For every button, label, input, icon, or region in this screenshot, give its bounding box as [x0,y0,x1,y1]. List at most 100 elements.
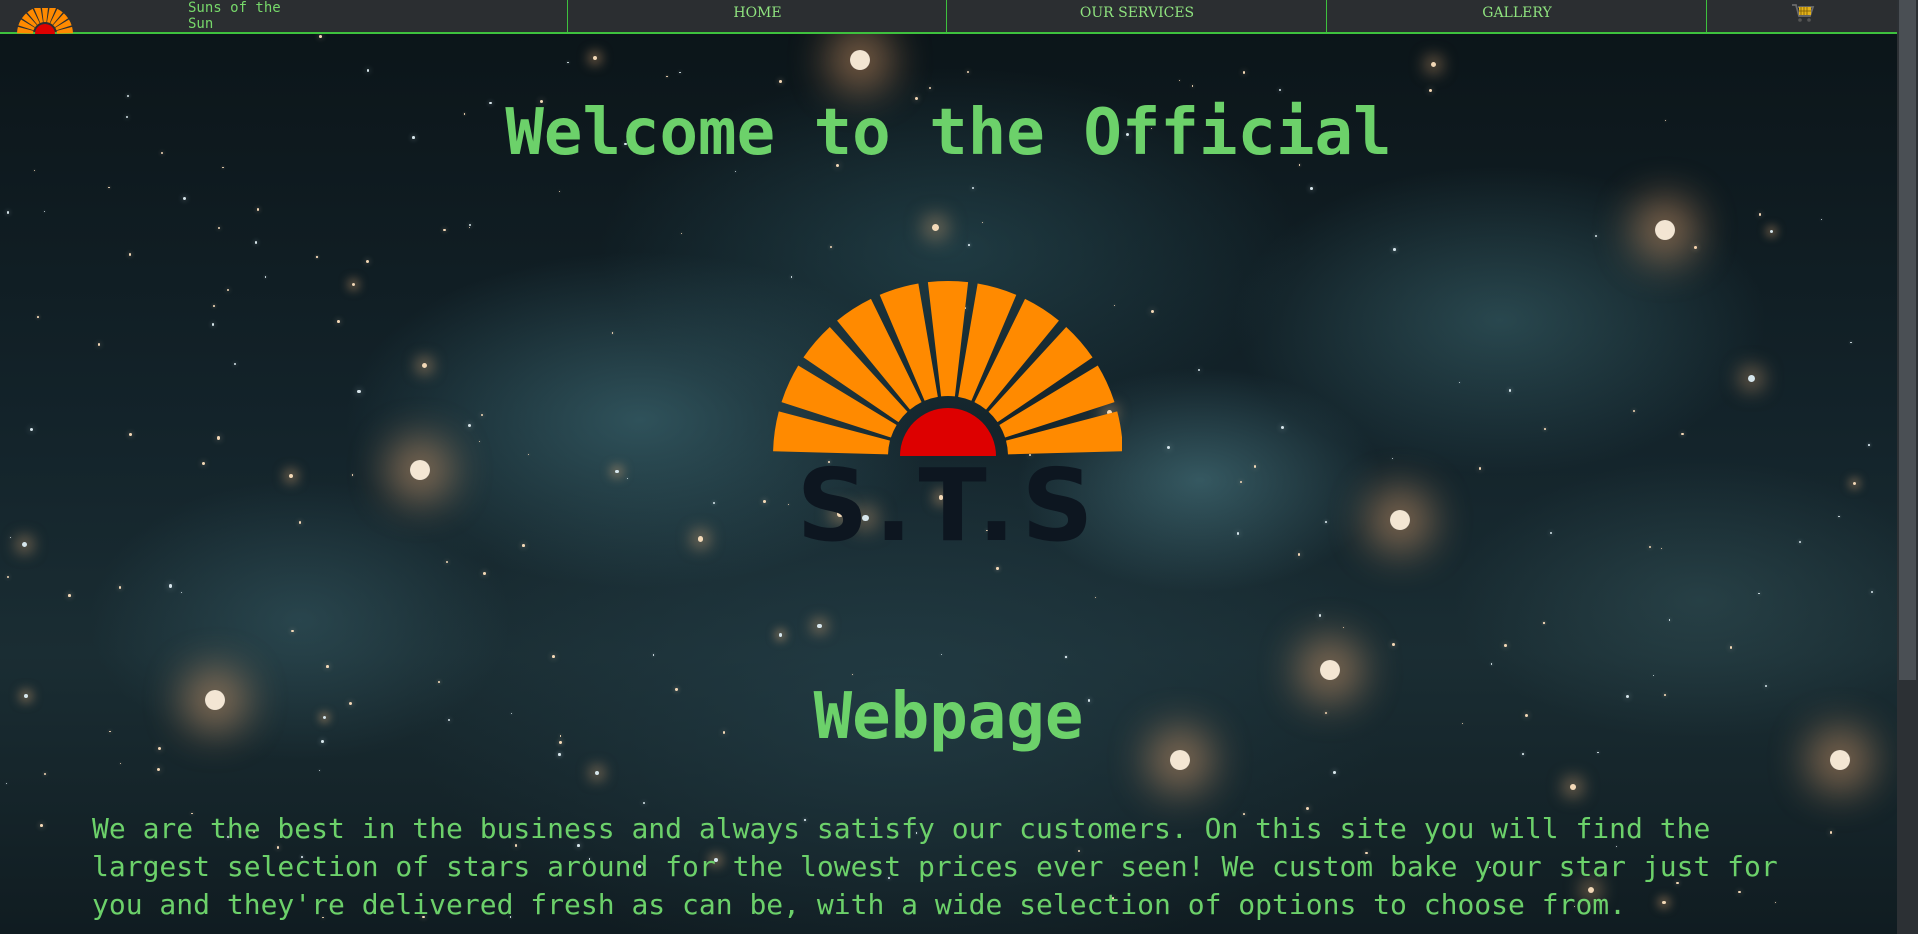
star-dot [34,169,36,171]
star-dot [118,586,122,589]
star-dot [567,61,569,63]
page-scrollbar[interactable] [1897,0,1918,934]
star-dot [202,461,206,465]
star-dot [1870,590,1874,593]
star-dot [254,241,258,244]
star-dot [1509,389,1512,392]
hero-subtitle: Webpage [813,680,1084,754]
star-dot [1318,614,1322,617]
star-dot [1281,426,1285,430]
star-dot [680,233,683,235]
star-dot [366,260,370,264]
nav-gallery[interactable]: GALLERY [1326,0,1707,32]
star-dot [1333,771,1336,774]
star-dot [289,474,294,479]
star-dot [1324,520,1327,523]
star-dot [940,653,943,656]
star-dot [264,276,267,278]
star-dot [216,436,220,440]
sun-ray [41,8,49,23]
star-dot [156,768,160,772]
star-dot [1094,596,1096,599]
cart-icon [1792,4,1815,22]
star-dot [1543,427,1546,430]
star-dot [181,592,183,594]
star-dot [592,56,597,61]
star-dot [318,34,322,38]
star-dot [522,544,525,547]
hero-title: Welcome to the Official [505,96,1392,170]
star-dot [1297,553,1301,556]
star-dot [326,665,330,668]
intro-paragraph: We are the best in the business and alwa… [92,812,1778,921]
star-dot [1853,481,1857,485]
star-dot [1197,368,1201,372]
star-dot [9,537,11,539]
star-dot [298,521,302,524]
star-dot [1747,375,1755,383]
star-dot [421,362,427,368]
star-dot [1668,619,1671,621]
star-dot [5,782,7,785]
star-dot [1820,218,1823,221]
star-dot [1490,663,1493,665]
star-dot [1430,62,1437,68]
star-dot [1570,784,1576,790]
star-dot [1661,548,1663,550]
star-dot [21,541,27,547]
star-dot [316,256,318,258]
star-dot [479,440,481,443]
star-cluster [410,460,430,480]
star-cluster [1320,660,1340,680]
star-dot [1549,532,1552,535]
star-cluster [1655,220,1675,240]
star-dot [119,762,121,764]
top-nav: Suns of the Sun HOME OUR SERVICES GALLER… [0,0,1897,34]
star-dot [1770,229,1774,233]
star-dot [611,332,613,334]
star-dot [1240,481,1243,484]
star-dot [212,305,215,307]
star-dot [996,567,999,570]
star-dot [1429,89,1433,93]
star-dot [528,454,530,456]
star-dot [1478,467,1482,470]
scrollbar-thumb[interactable] [1899,0,1916,680]
star-dot [6,576,9,579]
nav-home[interactable]: HOME [567,0,947,32]
star-dot [97,343,101,346]
star-dot [968,244,970,246]
star-dot [226,288,229,292]
site-logo-icon[interactable] [16,8,74,34]
star-dot [1253,464,1257,468]
brand-name[interactable]: Suns of the Sun [188,0,298,32]
star-dot [698,536,704,542]
star-dot [982,221,984,224]
star-dot [468,223,472,226]
star-dot [666,75,668,78]
star-dot [1594,234,1597,237]
star-dot [1652,674,1655,677]
star-dot [357,389,361,393]
star-dot [44,210,46,212]
star-dot [37,316,39,318]
star-dot [679,71,681,74]
star-dot [218,226,221,230]
star-dot [481,413,484,417]
star-dot [1868,444,1870,447]
star-dot [1179,80,1181,82]
nav-our-services[interactable]: OUR SERVICES [946,0,1327,32]
star-dot [40,824,43,827]
star-dot [1391,457,1394,459]
star-dot [594,770,600,776]
star-dot [1729,646,1733,649]
cart-button[interactable] [1706,0,1898,32]
star-dot [1167,446,1171,450]
star-dot [1342,626,1345,628]
star-dot [851,674,853,676]
star-dot [558,191,560,193]
star-dot [642,801,645,805]
star-dot [552,655,556,658]
star-dot [1758,592,1760,595]
star-dot [778,80,782,83]
